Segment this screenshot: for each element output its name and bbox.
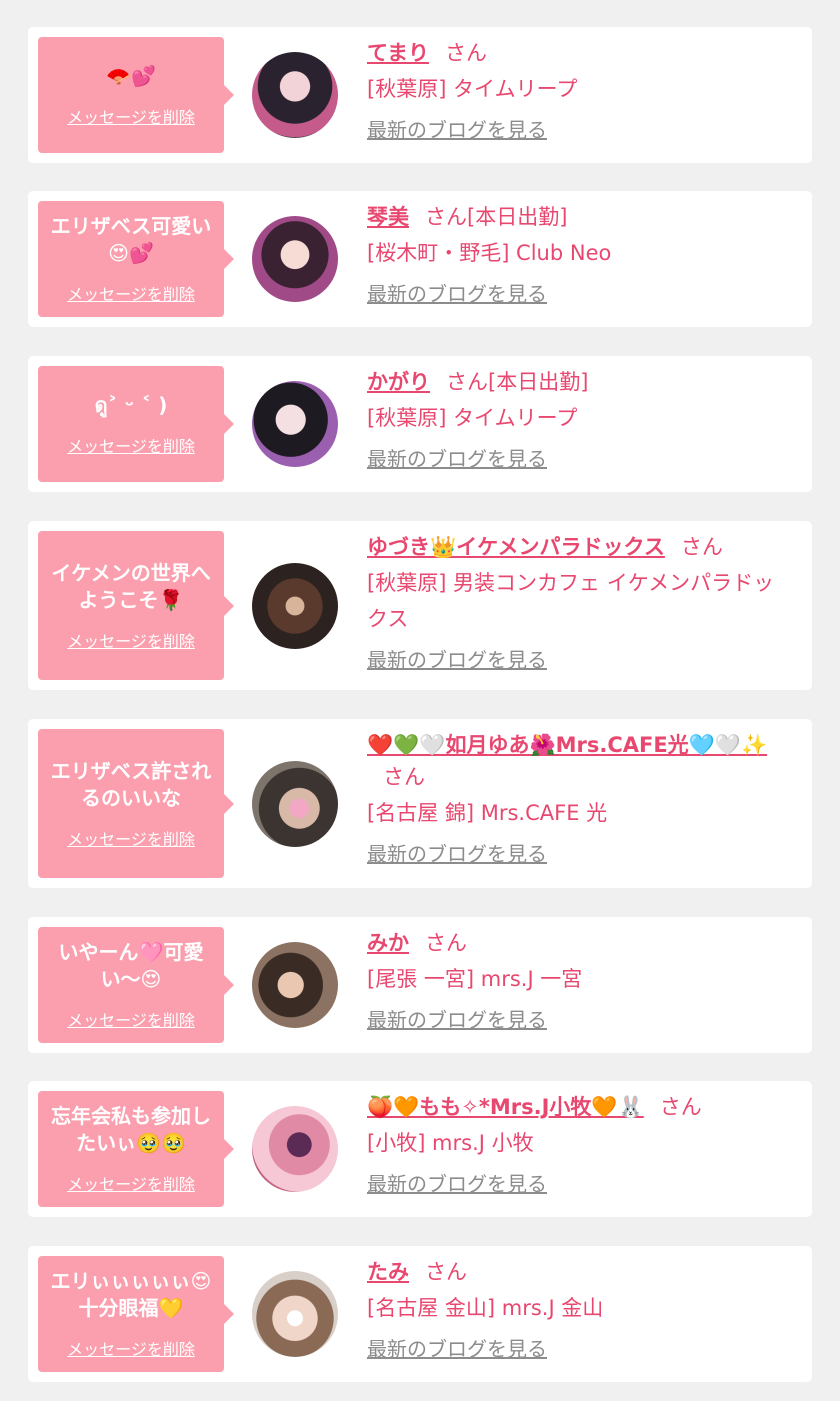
shop-name: [桜木町・野毛] Club Neo	[367, 241, 612, 265]
message-text: イケメンの世界へ ようこそ🌹	[51, 560, 211, 612]
delete-message-link[interactable]: メッセージを削除	[67, 1171, 195, 1195]
honorific: さん	[425, 931, 467, 955]
honorific: さん	[680, 535, 723, 559]
message-bubble: エリザベス許され るのいいな メッセージを削除	[38, 729, 234, 878]
delete-message-link[interactable]: メッセージを削除	[67, 1007, 195, 1031]
message-card: ดู˃ ᵕ ˂ ) メッセージを削除 かがり さん[本日出勤] [秋葉原] タイム…	[28, 356, 812, 492]
avatar[interactable]	[252, 1271, 338, 1357]
cast-name-link[interactable]: てまり	[367, 41, 429, 65]
latest-blog-link[interactable]: 最新のブログを見る	[367, 1005, 547, 1035]
message-bubble: ดู˃ ᵕ ˂ ) メッセージを削除	[38, 366, 234, 482]
cast-name-link[interactable]: みか	[367, 931, 409, 955]
avatar[interactable]	[252, 216, 338, 302]
delete-message-link[interactable]: メッセージを削除	[67, 433, 195, 457]
latest-blog-link[interactable]: 最新のブログを見る	[367, 1169, 547, 1199]
message-text: 忘年会私も参加し たいぃ🥹🥹	[51, 1104, 211, 1155]
cast-name-link[interactable]: 琴美	[367, 205, 409, 229]
message-card: 忘年会私も参加し たいぃ🥹🥹 メッセージを削除 🍑🧡もも✧*Mrs.J小牧🧡🐰 さ…	[28, 1081, 812, 1217]
shop-name: [名古屋 錦] Mrs.CAFE 光	[367, 801, 608, 825]
cast-name-link[interactable]: かがり	[367, 370, 430, 394]
message-card: 🪭💕 メッセージを削除 てまり さん [秋葉原] タイムリープ 最新のブログを見る	[28, 27, 812, 163]
message-card: イケメンの世界へ ようこそ🌹 メッセージを削除 ゆづき👑イケメンパラドックス さん…	[28, 521, 812, 690]
cast-name-link[interactable]: 🍑🧡もも✧*Mrs.J小牧🧡🐰	[367, 1095, 644, 1119]
honorific: さん[本日出勤]	[446, 370, 589, 394]
cast-name-link[interactable]: ゆづき👑イケメンパラドックス	[367, 535, 665, 559]
avatar[interactable]	[252, 381, 338, 467]
latest-blog-link[interactable]: 最新のブログを見る	[367, 1334, 547, 1364]
honorific: さん	[659, 1095, 702, 1119]
avatar[interactable]	[252, 761, 338, 847]
message-bubble: 🪭💕 メッセージを削除	[38, 37, 234, 153]
message-card: エリザベス可愛い 😍💕 メッセージを削除 琴美 さん[本日出勤] [桜木町・野毛]…	[28, 191, 812, 327]
delete-message-link[interactable]: メッセージを削除	[67, 1336, 195, 1360]
latest-blog-link[interactable]: 最新のブログを見る	[367, 115, 547, 145]
latest-blog-link[interactable]: 最新のブログを見る	[367, 444, 547, 474]
latest-blog-link[interactable]: 最新のブログを見る	[367, 645, 547, 675]
honorific: さん	[425, 1260, 467, 1284]
message-list: 🪭💕 メッセージを削除 てまり さん [秋葉原] タイムリープ 最新のブログを見る…	[0, 0, 840, 1401]
honorific: さん[本日出勤]	[425, 205, 568, 229]
latest-blog-link[interactable]: 最新のブログを見る	[367, 839, 547, 869]
avatar[interactable]	[252, 1106, 338, 1192]
cast-name-link[interactable]: たみ	[367, 1260, 409, 1284]
avatar[interactable]	[252, 942, 338, 1028]
message-bubble: 忘年会私も参加し たいぃ🥹🥹 メッセージを削除	[38, 1091, 234, 1207]
shop-name: [尾張 一宮] mrs.J 一宮	[367, 967, 583, 991]
shop-name: [秋葉原] 男装コンカフェ イケメンパラドックス	[367, 571, 775, 631]
shop-name: [秋葉原] タイムリープ	[367, 406, 578, 430]
message-bubble: イケメンの世界へ ようこそ🌹 メッセージを削除	[38, 531, 234, 680]
avatar[interactable]	[252, 563, 338, 649]
message-text: エリザベス許され るのいいな	[50, 758, 212, 810]
message-bubble: エリザベス可愛い 😍💕 メッセージを削除	[38, 201, 234, 317]
avatar[interactable]	[252, 52, 338, 138]
cast-name-link[interactable]: ❤️💚🤍如月ゆあ🌺Mrs.CAFE光🩵🤍✨	[367, 733, 767, 757]
message-text: エリぃぃぃぃぃ😍 十分眼福💛	[50, 1269, 212, 1320]
shop-name: [小牧] mrs.J 小牧	[367, 1131, 534, 1155]
message-bubble: エリぃぃぃぃぃ😍 十分眼福💛 メッセージを削除	[38, 1256, 234, 1372]
message-card: エリぃぃぃぃぃ😍 十分眼福💛 メッセージを削除 たみ さん [名古屋 金山] mr…	[28, 1246, 812, 1382]
message-bubble: いやーん🩷可愛 い〜😍 メッセージを削除	[38, 927, 234, 1043]
delete-message-link[interactable]: メッセージを削除	[67, 826, 195, 850]
message-card: エリザベス許され るのいいな メッセージを削除 ❤️💚🤍如月ゆあ🌺Mrs.CAF…	[28, 719, 812, 888]
message-text: ดู˃ ᵕ ˂ )	[94, 392, 168, 417]
message-text: エリザベス可愛い 😍💕	[50, 214, 212, 265]
message-card: いやーん🩷可愛 い〜😍 メッセージを削除 みか さん [尾張 一宮] mrs.J …	[28, 917, 812, 1053]
delete-message-link[interactable]: メッセージを削除	[67, 281, 195, 305]
delete-message-link[interactable]: メッセージを削除	[67, 104, 195, 128]
latest-blog-link[interactable]: 最新のブログを見る	[367, 279, 547, 309]
message-text: 🪭💕	[106, 63, 156, 88]
delete-message-link[interactable]: メッセージを削除	[67, 628, 195, 652]
shop-name: [秋葉原] タイムリープ	[367, 77, 578, 101]
shop-name: [名古屋 金山] mrs.J 金山	[367, 1296, 604, 1320]
honorific: さん	[383, 765, 425, 789]
honorific: さん	[444, 41, 487, 65]
message-text: いやーん🩷可愛 い〜😍	[58, 940, 204, 991]
